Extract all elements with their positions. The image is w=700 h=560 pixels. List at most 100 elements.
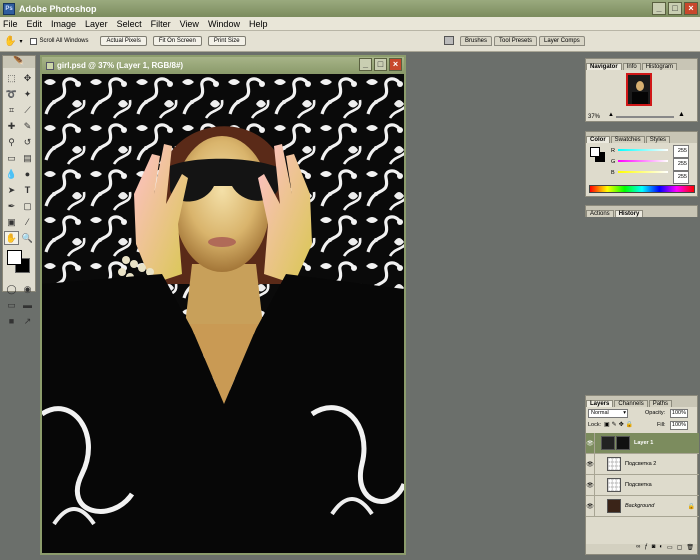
history-brush-icon[interactable]: ↺ [20,135,35,149]
color-fg-swatch[interactable] [590,147,600,157]
menu-window[interactable]: Window [208,19,240,29]
tab-history[interactable]: History [614,210,644,217]
add-mask-icon[interactable]: ◙ [652,544,656,554]
dodge-tool-icon[interactable]: ● [20,167,35,181]
slice-tool-icon[interactable]: ⟋ [20,103,35,117]
link-layers-icon[interactable]: ∞ [636,544,640,554]
gradient-tool-icon[interactable]: ▤ [20,151,35,165]
lock-icons[interactable]: ▣✎✥🔒 [604,421,635,428]
tab-paths[interactable]: Paths [648,400,673,407]
file-browser-icon[interactable] [444,36,454,45]
menu-edit[interactable]: Edit [27,19,43,29]
close-icon[interactable]: × [684,2,698,15]
channel-b-value[interactable]: 255 [673,171,689,184]
navigator-thumbnail[interactable] [626,73,652,106]
eye-icon[interactable]: 👁 [586,474,595,496]
doc-close-icon[interactable]: × [389,58,402,71]
notes-tool-icon[interactable]: ▣ [4,215,19,229]
layer-row-podsvetka[interactable]: 👁 Подсветка [586,474,699,496]
path-select-tool-icon[interactable]: ➤ [4,183,19,197]
tab-brushes[interactable]: Brushes [460,36,493,46]
new-layer-icon[interactable]: ▢ [677,544,683,554]
tab-histogram[interactable]: Histogram [641,63,678,70]
zoom-tool-icon[interactable]: 🔍 [20,231,35,245]
tab-actions[interactable]: Actions [586,210,614,217]
brush-tool-icon[interactable]: ✎ [20,119,35,133]
print-size-button[interactable]: Print Size [207,36,246,46]
quick-mask-icon[interactable]: ◉ [20,282,35,296]
document-title-bar[interactable]: girl.psd @ 37% (Layer 1, RGB/8#) _ □ × [42,57,404,74]
zoom-out-icon[interactable]: ▲ [608,112,614,118]
tab-styles[interactable]: Styles [645,136,671,143]
tab-channels[interactable]: Channels [614,400,648,407]
scroll-all-checkbox[interactable] [30,37,38,45]
opacity-field[interactable]: 100% [670,409,688,418]
crop-tool-icon[interactable]: ⌗ [4,103,19,117]
tab-navigator[interactable]: Navigator [586,63,622,70]
menu-file[interactable]: File [3,19,18,29]
hand-tool-icon[interactable]: ✋ [4,36,16,47]
shape-tool-icon[interactable]: ▢ [20,199,35,213]
tab-layers[interactable]: Layers [586,400,614,407]
maximize-icon[interactable]: □ [668,2,682,15]
eye-icon[interactable]: 👁 [586,432,595,454]
actual-pixels-button[interactable]: Actual Pixels [100,36,147,46]
healing-brush-icon[interactable]: ✚ [4,119,19,133]
type-tool-icon[interactable]: T [20,183,35,197]
lasso-tool-icon[interactable]: ➰ [4,87,19,101]
stamp-tool-icon[interactable]: ⚲ [4,135,19,149]
tab-layer-comps[interactable]: Layer Comps [539,36,585,46]
standard-mode-icon[interactable]: ◯ [4,282,19,296]
magic-wand-tool-icon[interactable]: ✦ [20,87,35,101]
channel-b-slider[interactable] [618,171,668,173]
foreground-color-swatch[interactable] [7,250,22,265]
jump-to-imageready-icon[interactable]: ↗ [20,314,35,328]
screen-mode-3-icon[interactable]: ■ [4,314,19,328]
tab-tool-presets[interactable]: Tool Presets [494,36,538,46]
move-tool-icon[interactable]: ✥ [20,71,35,85]
pen-tool-icon[interactable]: ✒ [4,199,19,213]
image-canvas[interactable] [42,74,404,553]
navigator-zoom-slider[interactable] [616,116,674,118]
hand-tool-box-icon[interactable]: ✋ [4,231,19,245]
tab-color[interactable]: Color [586,136,610,143]
channel-r-slider[interactable] [618,149,668,151]
channel-g-slider[interactable] [618,160,668,162]
menu-view[interactable]: View [180,19,199,29]
channel-r-value[interactable]: 255 [673,145,689,158]
screen-mode-2-icon[interactable]: ▬ [20,298,35,312]
blend-mode-select[interactable]: Normal ▾ [588,409,628,418]
eye-icon[interactable]: 👁 [586,453,595,475]
menu-filter[interactable]: Filter [151,19,171,29]
menu-image[interactable]: Image [51,19,76,29]
layer-style-icon[interactable]: ƒ [644,544,647,554]
doc-maximize-icon[interactable]: □ [374,58,387,71]
blur-tool-icon[interactable]: 💧 [4,167,19,181]
delete-layer-icon[interactable]: 🗑 [686,544,694,554]
color-channel-values: 255 255 255 [673,145,689,184]
marquee-tool-icon[interactable]: ⬚ [4,71,19,85]
channel-g-value[interactable]: 255 [673,158,689,171]
eyedropper-tool-icon[interactable]: ⁄ [20,215,35,229]
fit-on-screen-button[interactable]: Fit On Screen [152,36,202,46]
minimize-icon[interactable]: _ [652,2,666,15]
new-group-icon[interactable]: ▭ [667,544,673,554]
eraser-tool-icon[interactable]: ▭ [4,151,19,165]
zoom-in-icon[interactable]: ▲ [678,111,685,118]
menu-help[interactable]: Help [249,19,268,29]
eye-icon[interactable]: 👁 [586,495,595,517]
layer-row-background[interactable]: 👁 Background 🔒 [586,495,699,517]
menu-layer[interactable]: Layer [85,19,108,29]
layer-row-layer-1[interactable]: 👁 Layer 1 [586,432,699,454]
adjustment-layer-icon[interactable]: ◐ [659,544,663,554]
tab-info[interactable]: Info [622,63,641,70]
layer-row-podsvetka-2[interactable]: 👁 Подсветка 2 [586,453,699,475]
tool-preset-dropdown-icon[interactable]: ▾ [19,38,22,45]
navigator-zoom[interactable]: 37% [588,114,600,120]
tab-swatches[interactable]: Swatches [610,136,645,143]
doc-minimize-icon[interactable]: _ [359,58,372,71]
fill-field[interactable]: 100% [670,421,688,430]
menu-select[interactable]: Select [117,19,142,29]
color-spectrum-bar[interactable] [589,185,695,193]
screen-mode-1-icon[interactable]: ▭ [4,298,19,312]
